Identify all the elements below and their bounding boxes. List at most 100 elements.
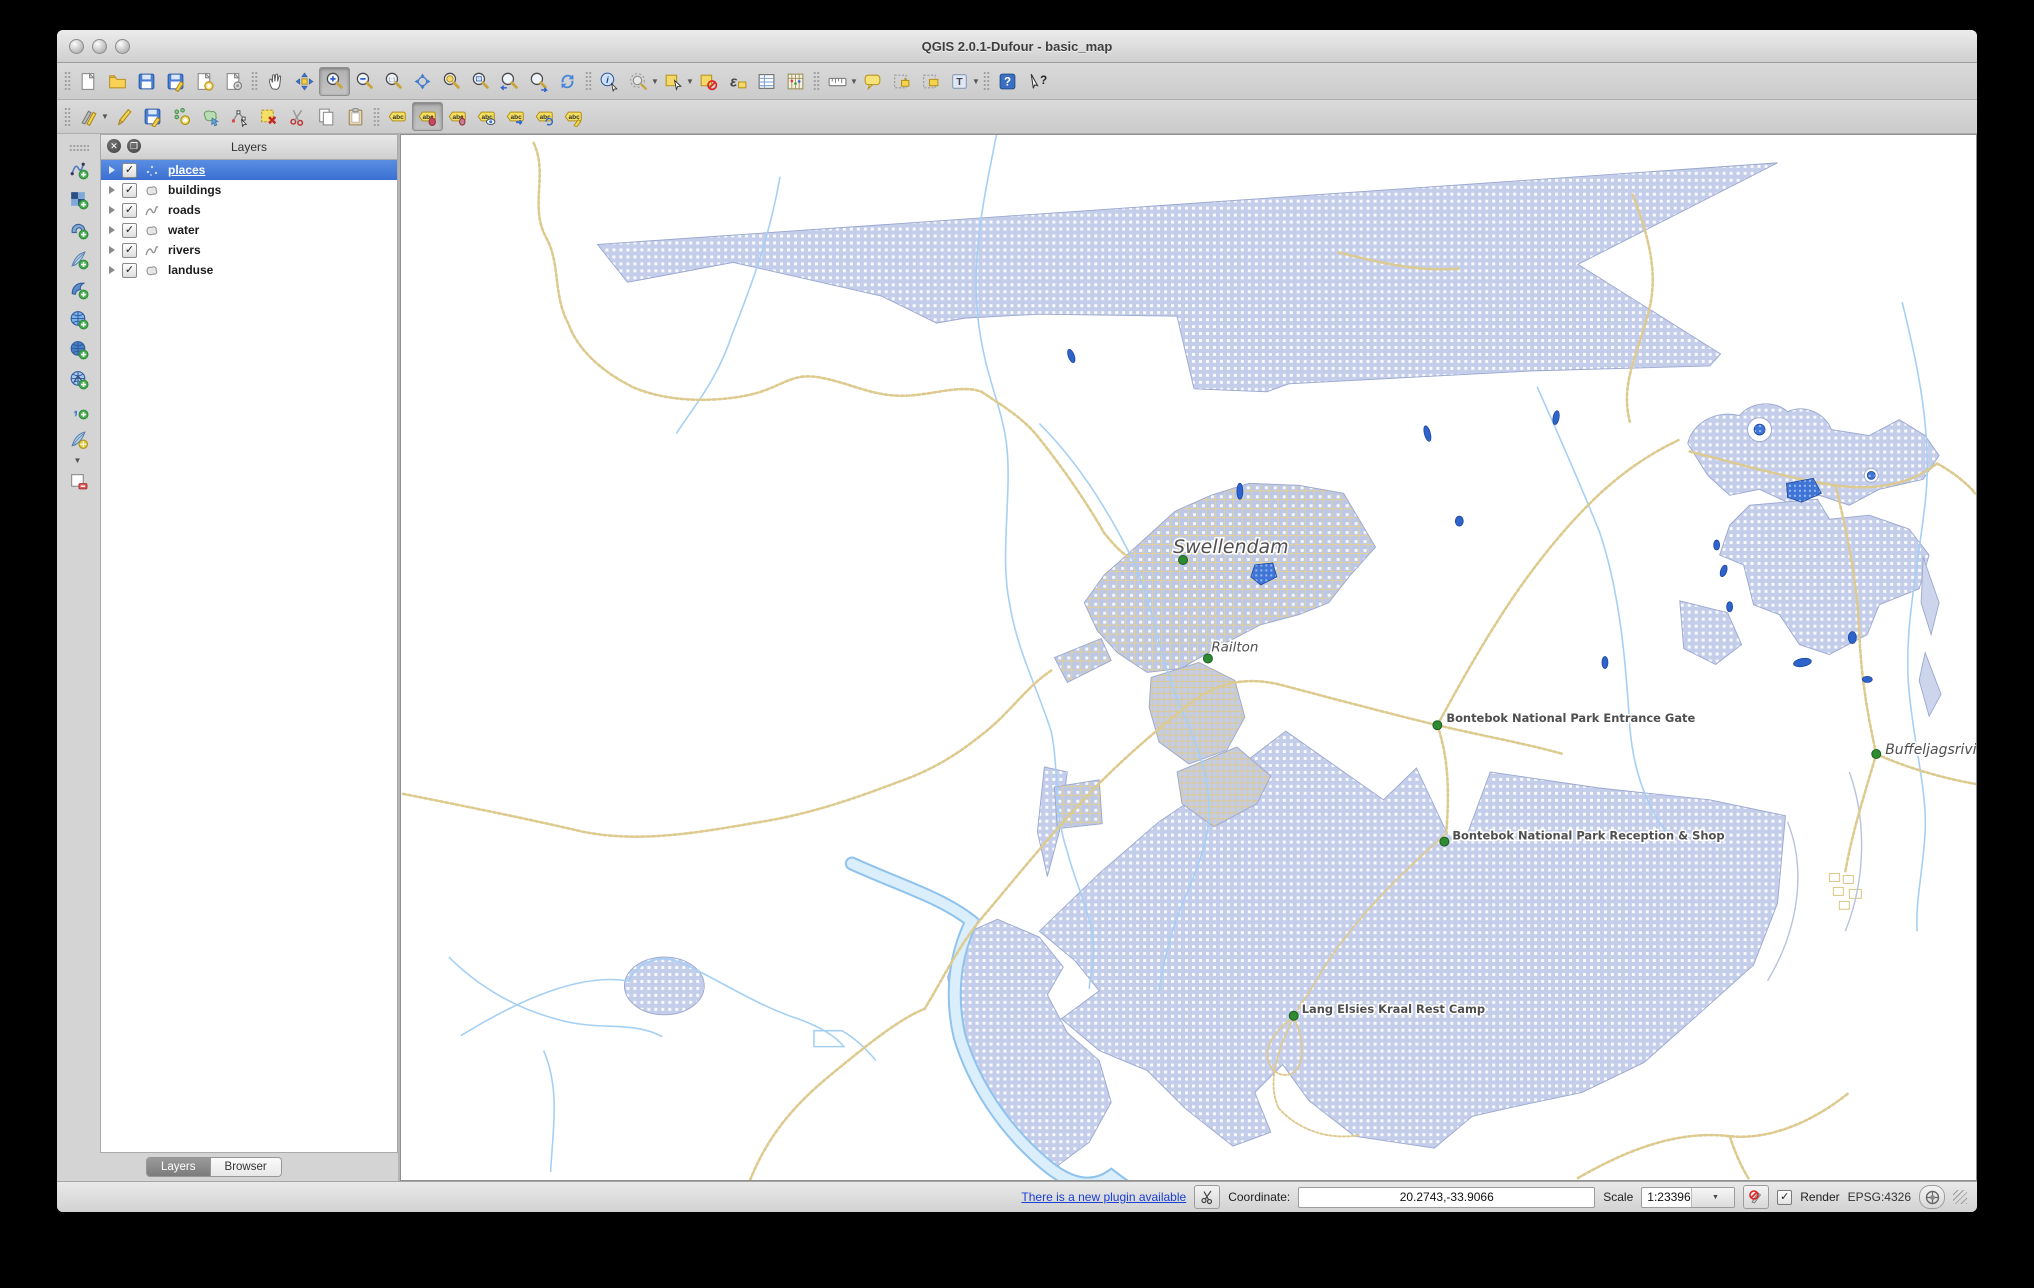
layer-labeling-button[interactable]: abc	[383, 103, 412, 130]
expand-icon[interactable]	[109, 226, 115, 234]
layer-checkbox[interactable]: ✓	[122, 202, 137, 218]
layer-checkbox[interactable]: ✓	[122, 242, 137, 258]
render-checkbox[interactable]: ✓	[1777, 1189, 1793, 1205]
layer-item-rivers[interactable]: ✓ rivers	[101, 240, 397, 260]
add-wcs-layer-button[interactable]	[64, 336, 93, 363]
pin-label-button[interactable]: abc	[412, 102, 443, 131]
add-delimited-text-layer-button[interactable]: ,	[64, 396, 93, 423]
layer-checkbox[interactable]: ✓	[122, 222, 137, 238]
add-raster-layer-button[interactable]	[64, 186, 93, 213]
close-panel-icon[interactable]: ✕	[107, 139, 121, 153]
text-annotation-button[interactable]: T	[945, 68, 974, 95]
change-label-button[interactable]: abc	[559, 103, 588, 130]
measure-icon	[828, 77, 847, 86]
scale-label: Scale	[1603, 1190, 1634, 1204]
zoom-native-button[interactable]: 1:1	[379, 68, 408, 95]
coordinate-field[interactable]: 20.2743,-33.9066	[1298, 1186, 1596, 1208]
copy-features-button[interactable]	[312, 103, 341, 130]
add-postgis-layer-button[interactable]	[64, 216, 93, 243]
measure-button[interactable]	[823, 68, 852, 95]
layer-item-water[interactable]: ✓ water	[101, 220, 397, 240]
run-feature-action-button[interactable]	[624, 68, 653, 95]
zoom-to-selection-button[interactable]	[437, 68, 466, 95]
rotate-label-button[interactable]: abc	[530, 103, 559, 130]
open-attribute-table-button[interactable]	[752, 68, 781, 95]
new-composer-button[interactable]	[190, 68, 219, 95]
current-edits-icon	[81, 110, 97, 127]
identify-features-button[interactable]: i	[595, 68, 624, 95]
remove-layer-button[interactable]	[64, 468, 93, 495]
place-marker-buffeljagsrivier	[1871, 749, 1882, 760]
new-shapefile-layer-button[interactable]	[64, 426, 93, 453]
add-wfs-layer-button[interactable]	[64, 366, 93, 393]
tab-layers[interactable]: Layers	[147, 1158, 210, 1176]
deselect-features-button[interactable]	[694, 68, 723, 95]
zoom-to-layer-button[interactable]	[466, 68, 495, 95]
select-by-expression-button[interactable]: ε	[723, 68, 752, 95]
expand-icon[interactable]	[109, 246, 115, 254]
minimize-window-button[interactable]	[92, 39, 107, 54]
new-project-button[interactable]	[74, 68, 103, 95]
crs-status-button[interactable]	[1919, 1185, 1945, 1209]
add-wms-layer-button[interactable]	[64, 306, 93, 333]
add-spatialite-layer-button[interactable]	[64, 246, 93, 273]
resize-grip[interactable]	[1953, 1190, 1967, 1204]
zoom-full-button[interactable]	[408, 68, 437, 95]
expand-icon[interactable]	[109, 266, 115, 274]
save-project-button[interactable]	[132, 68, 161, 95]
toggle-editing-button[interactable]	[109, 103, 138, 130]
pan-map-button[interactable]	[261, 68, 290, 95]
svg-text:1:1: 1:1	[388, 77, 395, 83]
show-hide-labels-button[interactable]: abc	[472, 103, 501, 130]
plugin-icon[interactable]	[1194, 1185, 1221, 1209]
open-project-button[interactable]	[103, 68, 132, 95]
save-layer-edits-button[interactable]	[138, 103, 167, 130]
paste-features-button[interactable]	[341, 103, 370, 130]
expand-icon[interactable]	[109, 186, 115, 194]
new-shapefile-layer-dropdown-icon[interactable]: ▼	[74, 456, 82, 465]
zoom-out-button[interactable]	[350, 68, 379, 95]
zoom-in-button[interactable]	[319, 66, 350, 96]
layer-checkbox[interactable]: ✓	[122, 162, 137, 178]
map-tips-button[interactable]	[858, 68, 887, 95]
stop-render-button[interactable]	[1743, 1185, 1770, 1209]
add-feature-button[interactable]	[167, 103, 196, 130]
zoom-next-button[interactable]	[524, 68, 553, 95]
scale-combo[interactable]: 1:23396 ▼	[1641, 1186, 1736, 1208]
expand-icon[interactable]	[109, 206, 115, 214]
current-edits-button[interactable]	[74, 103, 103, 130]
new-bookmark-button[interactable]	[887, 68, 916, 95]
tab-browser[interactable]: Browser	[209, 1158, 281, 1176]
close-window-button[interactable]	[69, 39, 84, 54]
zoom-window-button[interactable]	[115, 39, 130, 54]
save-project-as-button[interactable]	[161, 68, 190, 95]
help-button[interactable]: ?	[993, 68, 1022, 95]
layer-item-places[interactable]: ✓ places	[101, 160, 397, 180]
add-vector-layer-button[interactable]	[64, 156, 93, 183]
refresh-map-button[interactable]	[553, 68, 582, 95]
cut-features-button[interactable]	[283, 103, 312, 130]
float-panel-icon[interactable]: ❐	[127, 139, 141, 153]
expand-icon[interactable]	[109, 166, 115, 174]
node-tool-button[interactable]	[225, 103, 254, 130]
pan-to-selection-button[interactable]	[290, 68, 319, 95]
highlight-pinned-labels-button[interactable]: abc	[443, 103, 472, 130]
combo-arrow-icon[interactable]: ▼	[1690, 1187, 1735, 1207]
layer-checkbox[interactable]: ✓	[122, 182, 137, 198]
whats-this-button[interactable]: ?	[1022, 68, 1051, 95]
delete-selected-button[interactable]	[254, 103, 283, 130]
show-bookmarks-button[interactable]	[916, 68, 945, 95]
layer-item-landuse[interactable]: ✓ landuse	[101, 260, 397, 280]
layer-item-buildings[interactable]: ✓ buildings	[101, 180, 397, 200]
map-canvas[interactable]: Swellendam Railton Bontebok National Par…	[400, 134, 1977, 1181]
move-feature-button[interactable]	[196, 103, 225, 130]
field-calculator-button[interactable]	[781, 68, 810, 95]
layer-checkbox[interactable]: ✓	[122, 262, 137, 278]
move-label-button[interactable]: abc	[501, 103, 530, 130]
add-mssql-layer-button[interactable]	[64, 276, 93, 303]
select-features-button[interactable]	[659, 68, 688, 95]
zoom-last-button[interactable]	[495, 68, 524, 95]
composer-manager-button[interactable]	[219, 68, 248, 95]
plugin-available-link[interactable]: There is a new plugin available	[1021, 1190, 1186, 1204]
layer-item-roads[interactable]: ✓ roads	[101, 200, 397, 220]
